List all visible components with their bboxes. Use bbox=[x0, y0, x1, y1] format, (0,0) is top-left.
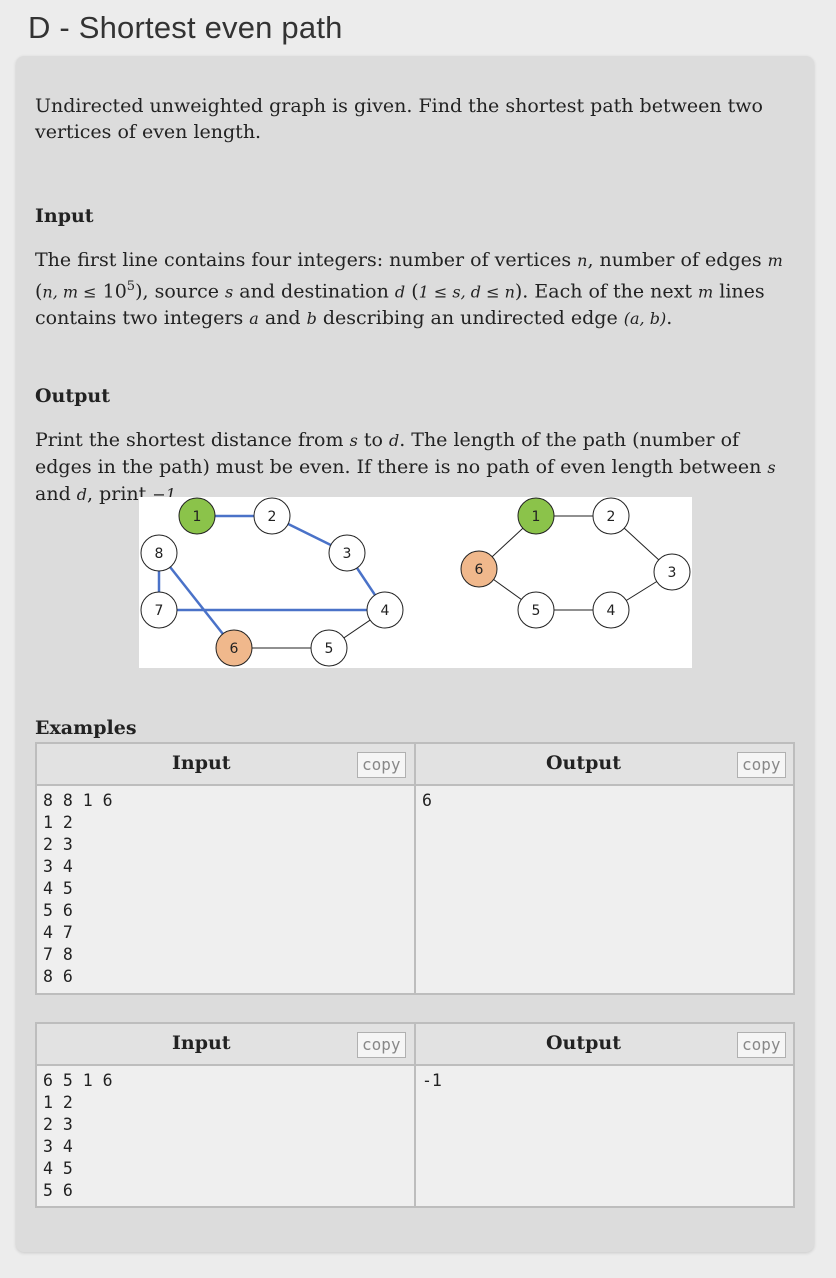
graph-figure-svg: 1 2 3 4 5 6 7 8 1 2 3 4 5 6 bbox=[140, 497, 691, 667]
example-1-output-label: Output bbox=[546, 752, 622, 774]
example-1-output-header: Output copy bbox=[416, 744, 793, 786]
example-2-input-label: Input bbox=[172, 1032, 231, 1054]
input-description: The first line contains four integers: n… bbox=[35, 249, 783, 330]
g1-label-1: 1 bbox=[193, 509, 202, 525]
g1-label-5: 5 bbox=[325, 641, 334, 657]
page-title: D - Shortest even path bbox=[28, 10, 343, 45]
input-heading: Input bbox=[35, 205, 94, 227]
example-2-output-text[interactable]: -1 bbox=[422, 1070, 442, 1092]
example-1-input-copy-button[interactable]: copy bbox=[357, 752, 406, 778]
example-1: Input copy Output copy 8 8 1 6 1 2 2 3 3… bbox=[35, 742, 795, 995]
example-2-divider bbox=[414, 1024, 416, 1206]
example-1-output-copy-button[interactable]: copy bbox=[737, 752, 786, 778]
example-1-input-header: Input copy bbox=[37, 744, 414, 786]
g2-label-4: 4 bbox=[607, 603, 616, 619]
example-1-output-text[interactable]: 6 bbox=[422, 790, 432, 812]
g2-label-3: 3 bbox=[668, 565, 677, 581]
example-1-divider bbox=[414, 744, 416, 993]
g1-label-7: 7 bbox=[155, 603, 164, 619]
example-2-output-header: Output copy bbox=[416, 1024, 793, 1066]
g1-label-3: 3 bbox=[343, 546, 352, 562]
example-2-output-label: Output bbox=[546, 1032, 622, 1054]
example-1-input-label: Input bbox=[172, 752, 231, 774]
g1-label-6: 6 bbox=[230, 641, 239, 657]
example-1-input-text[interactable]: 8 8 1 6 1 2 2 3 3 4 4 5 5 6 4 7 7 8 8 6 bbox=[43, 790, 113, 988]
problem-statement: Undirected unweighted graph is given. Fi… bbox=[35, 95, 763, 143]
example-2-input-header: Input copy bbox=[37, 1024, 414, 1066]
graph-figure: 1 2 3 4 5 6 7 8 1 2 3 4 5 6 bbox=[139, 497, 692, 668]
example-2-input-text[interactable]: 6 5 1 6 1 2 2 3 3 4 4 5 5 6 bbox=[43, 1070, 113, 1202]
examples-heading: Examples bbox=[35, 717, 137, 739]
g2-label-2: 2 bbox=[607, 509, 616, 525]
g2-label-5: 5 bbox=[532, 603, 541, 619]
output-description: Print the shortest distance from s to d.… bbox=[35, 429, 776, 505]
g2-label-6: 6 bbox=[475, 562, 484, 578]
example-2: Input copy Output copy 6 5 1 6 1 2 2 3 3… bbox=[35, 1022, 795, 1208]
g2-label-1: 1 bbox=[532, 509, 541, 525]
example-2-output-copy-button[interactable]: copy bbox=[737, 1032, 786, 1058]
output-heading: Output bbox=[35, 385, 111, 407]
g1-label-4: 4 bbox=[381, 603, 390, 619]
example-2-input-copy-button[interactable]: copy bbox=[357, 1032, 406, 1058]
g1-label-8: 8 bbox=[155, 546, 164, 562]
g1-label-2: 2 bbox=[268, 509, 277, 525]
